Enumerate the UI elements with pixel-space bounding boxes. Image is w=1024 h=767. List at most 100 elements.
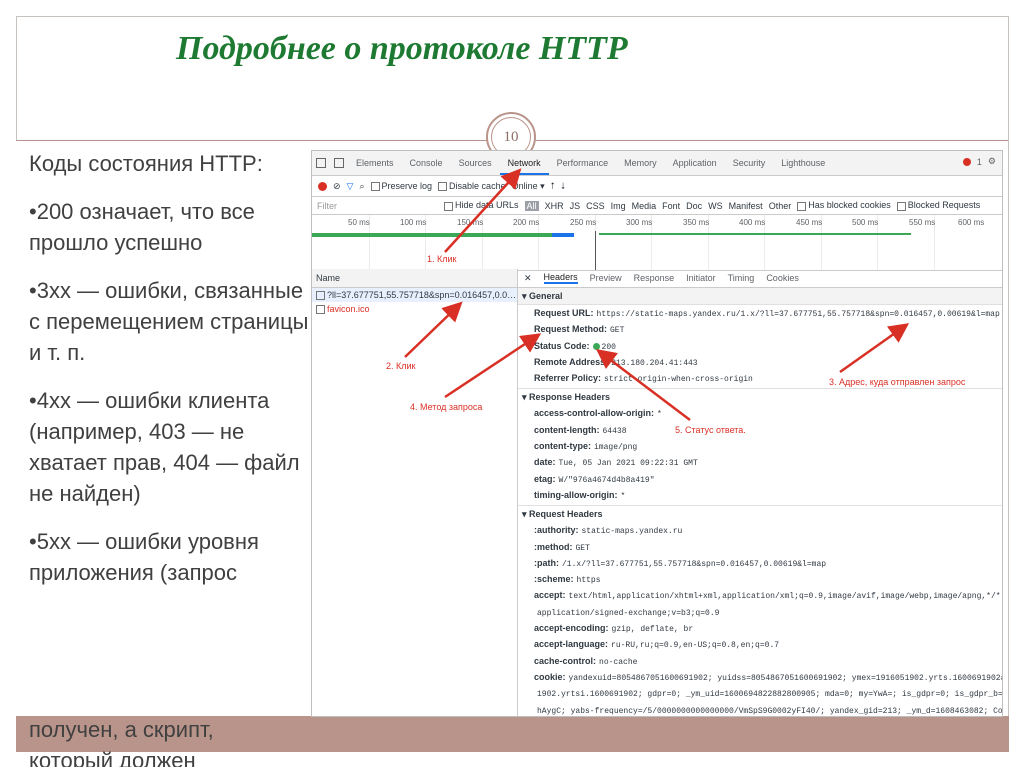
timeline-tick: 150 ms xyxy=(457,218,484,227)
timeline-tick: 200 ms xyxy=(513,218,540,227)
header-row: date: Tue, 05 Jan 2021 09:22:31 GMT xyxy=(534,457,698,469)
tab-memory[interactable]: Memory xyxy=(616,151,665,175)
clear-icon[interactable]: ⊘ xyxy=(333,181,341,192)
chevron-down-icon: ▾ xyxy=(540,180,545,191)
tab-performance[interactable]: Performance xyxy=(549,151,617,175)
tab-lighthouse[interactable]: Lighthouse xyxy=(773,151,833,175)
timeline-tick: 350 ms xyxy=(683,218,710,227)
slide-side-border xyxy=(1008,16,1009,726)
filter-type[interactable]: Img xyxy=(611,201,626,211)
header-row: accept-encoding: gzip, deflate, br xyxy=(534,623,694,635)
filter-type[interactable]: CSS xyxy=(586,201,605,211)
request-list: Name ?ll=37.677751,55.757718&spn=0.01645… xyxy=(312,269,518,716)
filter-type[interactable]: Doc xyxy=(686,201,702,211)
throttle-select[interactable]: Online ▾ xyxy=(512,181,545,192)
header-row: :path:/1.x/?ll=37.677751,55.757718&spn=0… xyxy=(534,557,827,569)
timeline-tick: 50 ms xyxy=(348,218,370,227)
timeline-tick: 500 ms xyxy=(852,218,879,227)
paragraph: •3xx — ошибки, связанные с перемещением … xyxy=(29,278,309,365)
tab-security[interactable]: Security xyxy=(725,151,774,175)
inspect-icon[interactable] xyxy=(316,158,326,168)
error-icon[interactable] xyxy=(962,157,971,166)
tab-application[interactable]: Application xyxy=(665,151,725,175)
annotation-label: 4. Метод запроса xyxy=(410,402,483,412)
response-headers-section-header[interactable]: ▾ Response Headers xyxy=(518,389,1002,405)
preserve-log-checkbox[interactable]: Preserve log xyxy=(370,181,432,192)
filter-bar: Filter Hide data URLs All XHR JS CSS Img… xyxy=(312,197,1002,215)
timeline-bar xyxy=(552,233,574,237)
disable-cache-checkbox[interactable]: Disable cache xyxy=(438,181,506,192)
paragraph: •5xx — ошибки уровня приложения (запрос xyxy=(29,529,259,585)
tab-headers[interactable]: Headers xyxy=(543,272,578,284)
filter-type[interactable]: WS xyxy=(708,201,723,211)
network-timeline[interactable]: 50 ms 100 ms 150 ms 200 ms 250 ms 300 ms… xyxy=(312,215,1002,271)
status-codes-text: Коды состояния HTTP: •200 означает, что … xyxy=(29,148,311,605)
header-row: content-length: 64438 xyxy=(534,424,627,436)
filter-type[interactable]: Other xyxy=(769,201,792,211)
header-row: timing-allow-origin: * xyxy=(534,489,626,501)
upload-icon[interactable]: ⭡ xyxy=(551,181,555,192)
timeline-tick: 600 ms xyxy=(958,218,985,227)
timeline-tick: 250 ms xyxy=(570,218,597,227)
error-count: 1 xyxy=(976,156,982,167)
request-row[interactable]: favicon.ico xyxy=(312,302,517,316)
search-icon[interactable]: ⌕ xyxy=(359,181,364,192)
download-icon[interactable]: ⭣ xyxy=(561,181,565,192)
slide-title: Подробнее о протоколе HTTP xyxy=(176,30,628,67)
device-toolbar-icon[interactable] xyxy=(334,158,344,168)
header-row: content-type: image/png xyxy=(534,441,638,453)
filter-type[interactable]: Font xyxy=(662,201,680,211)
header-row: :method: GET xyxy=(534,541,590,553)
timeline-tick: 100 ms xyxy=(400,218,427,227)
tab-initiator[interactable]: Initiator xyxy=(686,273,716,283)
has-blocked-cookies-checkbox[interactable]: Has blocked cookies xyxy=(797,200,891,211)
header-row: Request URL: https://static-maps.yandex.r… xyxy=(534,308,1000,319)
filter-type[interactable]: Manifest xyxy=(729,201,763,211)
header-row: Remote Address: 213.180.204.41:443 xyxy=(534,356,698,368)
request-details: ✕ Headers Preview Response Initiator Tim… xyxy=(518,269,1002,716)
request-headers-section-header[interactable]: ▾ Request Headers xyxy=(518,506,1002,522)
header-row: application/signed-exchange;v=b3;q=0.9 xyxy=(537,608,720,618)
filter-icon[interactable]: ▽ xyxy=(347,181,354,192)
tab-timing[interactable]: Timing xyxy=(728,273,755,283)
tab-network[interactable]: Network xyxy=(499,151,549,175)
overflow-text: получен, а скрипт, который должен xyxy=(29,714,311,767)
filter-type[interactable]: XHR xyxy=(545,201,564,211)
annotation-label: 2. Клик xyxy=(386,361,416,371)
devtools-status: 1 ⚙ xyxy=(962,156,996,167)
filter-type[interactable]: Media xyxy=(632,201,657,211)
overflow-line: получен, а скрипт, xyxy=(29,717,214,742)
tab-response[interactable]: Response xyxy=(634,273,675,283)
record-icon[interactable] xyxy=(318,181,327,191)
timeline-tick: 450 ms xyxy=(796,218,823,227)
gear-icon[interactable]: ⚙ xyxy=(988,156,996,167)
name-column-header[interactable]: Name xyxy=(312,269,517,288)
devtools-panel: Elements Console Sources Network Perform… xyxy=(311,150,1003,717)
tab-console[interactable]: Console xyxy=(402,151,451,175)
tab-elements[interactable]: Elements xyxy=(348,151,402,175)
request-row[interactable]: ?ll=37.677751,55.757718&spn=0.016457,0.0… xyxy=(312,288,517,302)
filter-input[interactable]: Filter xyxy=(317,201,337,211)
close-icon[interactable]: ✕ xyxy=(524,273,532,284)
annotation-label: 5. Статус ответа. xyxy=(675,425,746,435)
tab-sources[interactable]: Sources xyxy=(451,151,500,175)
general-section-header[interactable]: ▾ General xyxy=(518,288,1002,305)
devtools-tab-bar: Elements Console Sources Network Perform… xyxy=(312,151,1002,176)
tab-preview[interactable]: Preview xyxy=(590,273,622,283)
hide-data-urls-checkbox[interactable]: Hide data URLs xyxy=(444,200,519,211)
header-row: hAygC; yabs-frequency=/5/000000000000000… xyxy=(537,706,1002,716)
filter-type[interactable]: JS xyxy=(570,201,581,211)
paragraph: •4xx — ошибки клиента (например, 403 — н… xyxy=(29,388,300,506)
header-row: 1902.yrtsi.1600691902; gdpr=0; _ym_uid=1… xyxy=(537,690,1002,700)
header-row: accept-language: ru-RU,ru;q=0.9,en-US;q=0… xyxy=(534,639,780,651)
timeline-tick: 550 ms xyxy=(909,218,936,227)
filter-all[interactable]: All xyxy=(524,200,539,211)
annotation-label: 1. Клик xyxy=(427,254,457,264)
tab-cookies[interactable]: Cookies xyxy=(766,273,799,283)
blocked-requests-checkbox[interactable]: Blocked Requests xyxy=(896,200,980,211)
paragraph: Коды состояния HTTP: xyxy=(29,151,263,176)
header-row: access-control-allow-origin: * xyxy=(534,408,662,420)
timeline-tick: 300 ms xyxy=(626,218,653,227)
network-body: Name ?ll=37.677751,55.757718&spn=0.01645… xyxy=(312,269,1002,716)
header-row: :scheme: https xyxy=(534,574,601,586)
